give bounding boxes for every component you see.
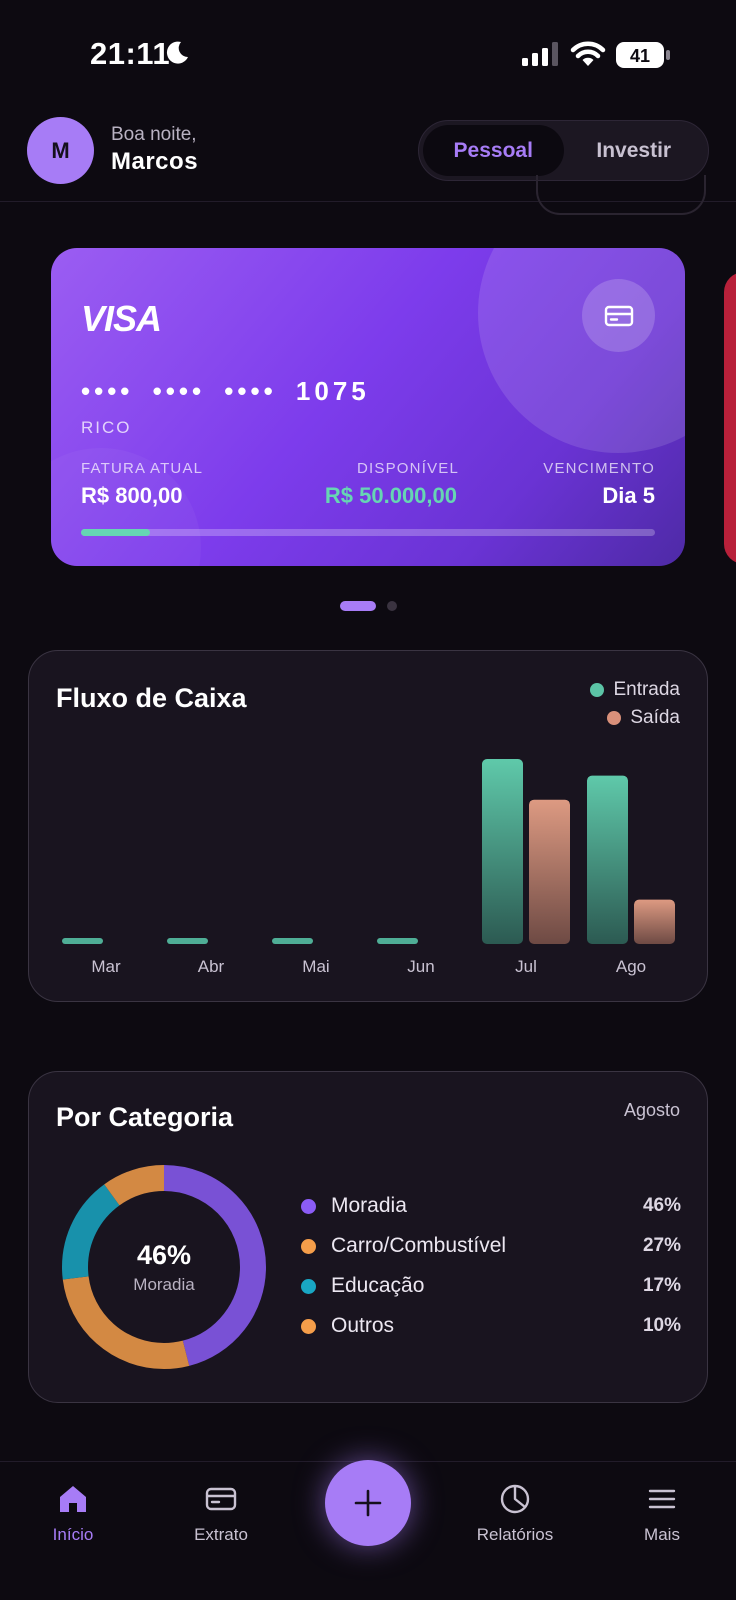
nav-label: Relatórios	[476, 1525, 554, 1544]
menu-icon	[648, 1489, 676, 1509]
bottom-navigation: Início Extrato Relatórios Mais	[0, 1460, 736, 1600]
pie-chart-icon	[500, 1484, 530, 1514]
donut-center: 46% Moradia	[61, 1164, 267, 1370]
nav-label: Extrato	[194, 1525, 248, 1544]
carousel-pagination	[0, 600, 736, 612]
card-holder: RICO	[81, 418, 132, 437]
status-time: 21:11	[90, 36, 171, 71]
disponivel-label: DISPONÍVEL	[357, 460, 460, 477]
x-tick-label: Ago	[616, 957, 646, 976]
nav-relatorios[interactable]: Relatórios	[460, 1482, 570, 1545]
nav-mais[interactable]: Mais	[607, 1482, 717, 1545]
x-tick-label: Jun	[407, 957, 434, 976]
greeting-text: Boa noite,	[111, 124, 197, 145]
bar-entrada-abr[interactable]	[167, 938, 208, 944]
next-card-peek[interactable]	[724, 272, 736, 564]
category-row-carro[interactable]: Carro/Combustível 27%	[301, 1231, 681, 1261]
add-transaction-button[interactable]	[325, 1460, 411, 1546]
bar-entrada-jul[interactable]	[482, 759, 523, 944]
bar-entrada-jun[interactable]	[377, 938, 418, 944]
bar-entrada-mar[interactable]	[62, 938, 103, 944]
category-dot	[301, 1198, 316, 1214]
donut-center-label: Moradia	[133, 1274, 195, 1294]
user-name: Marcos	[111, 148, 199, 175]
scrolled-pill-edge	[536, 175, 706, 215]
category-panel: Por Categoria Agosto 46% Moradia Moradia…	[28, 1071, 708, 1403]
card-decoration	[478, 248, 685, 453]
category-dot	[301, 1238, 316, 1254]
card-icon-button[interactable]	[582, 279, 655, 352]
cellular-signal-icon	[522, 42, 558, 66]
moon-icon	[166, 41, 188, 64]
category-name: Carro/Combustível	[331, 1234, 507, 1257]
category-name: Moradia	[331, 1194, 407, 1217]
bar-saida-ago[interactable]	[634, 899, 675, 944]
bar-saida-jul[interactable]	[529, 799, 570, 944]
bar-entrada-ago[interactable]	[587, 775, 628, 944]
disponivel-value: R$ 50.000,00	[324, 483, 457, 508]
category-title: Por Categoria	[56, 1102, 234, 1132]
x-tick-label: Mar	[91, 957, 121, 976]
fatura-label: FATURA ATUAL	[81, 460, 204, 477]
home-icon	[60, 1486, 86, 1512]
vencimento-value: Dia 5	[602, 483, 655, 508]
month-selector[interactable]: Agosto	[624, 1100, 680, 1121]
category-pct: 46%	[642, 1195, 681, 1216]
card-icon	[205, 1487, 237, 1511]
plus-icon	[354, 1489, 382, 1517]
card-usage-progress	[81, 529, 655, 536]
nav-label: Início	[52, 1525, 94, 1544]
credit-card[interactable]: VISA •••• •••• •••• 1075 RICO FATURA ATU…	[51, 248, 685, 566]
fatura-value: R$ 800,00	[81, 483, 183, 508]
category-name: Educação	[331, 1274, 425, 1297]
nav-inicio[interactable]: Início	[18, 1482, 128, 1545]
donut-center-value: 46%	[136, 1239, 192, 1270]
x-tick-label: Abr	[198, 957, 225, 976]
pagination-dot[interactable]	[387, 601, 397, 611]
x-tick-label: Jul	[515, 957, 537, 976]
category-dot	[301, 1278, 316, 1294]
x-tick-label: Mai	[302, 957, 329, 976]
credit-card-icon	[604, 305, 633, 326]
category-row-moradia[interactable]: Moradia 46%	[301, 1191, 681, 1221]
vencimento-label: VENCIMENTO	[543, 460, 655, 477]
wifi-icon	[570, 41, 606, 66]
category-dot	[301, 1318, 316, 1334]
toggle-pessoal[interactable]: Pessoal	[423, 125, 564, 176]
category-row-educacao[interactable]: Educação 17%	[301, 1271, 681, 1301]
avatar[interactable]: M	[27, 117, 94, 184]
card-usage-fill	[81, 529, 150, 536]
category-name: Outros	[331, 1314, 395, 1337]
battery-level: 41	[630, 46, 650, 66]
account-mode-toggle[interactable]: Pessoal Investir	[418, 120, 709, 181]
battery-icon: 41	[616, 42, 670, 68]
category-pct: 10%	[642, 1315, 681, 1336]
nav-label: Mais	[644, 1525, 680, 1544]
cash-flow-panel: Fluxo de Caixa Entrada Saída Mar Abr Mai Ju…	[28, 650, 708, 1002]
pagination-dot-active[interactable]	[340, 601, 376, 611]
toggle-investir[interactable]: Investir	[564, 125, 705, 176]
category-pct: 17%	[642, 1275, 681, 1296]
category-pct: 27%	[642, 1235, 681, 1256]
status-bar: 21:11 41	[0, 0, 736, 100]
nav-extrato[interactable]: Extrato	[166, 1482, 276, 1545]
cash-flow-chart: Mar Abr Mai Jun Jul Ago	[62, 759, 675, 976]
card-brand-logo: VISA	[81, 298, 162, 339]
card-number: •••• •••• •••• 1075	[81, 376, 370, 406]
category-row-outros[interactable]: Outros 10%	[301, 1311, 681, 1341]
bar-entrada-mai[interactable]	[272, 938, 313, 944]
